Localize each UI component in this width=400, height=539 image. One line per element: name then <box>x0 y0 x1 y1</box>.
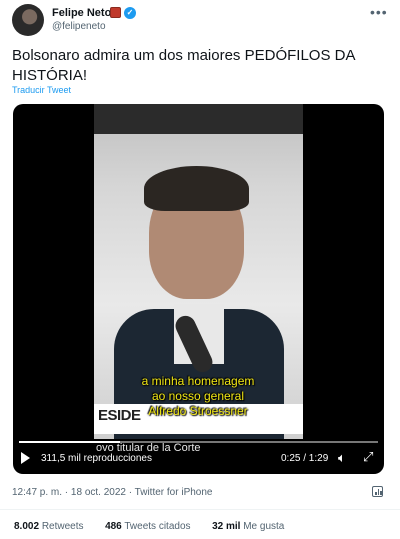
more-options-icon[interactable]: ••• <box>370 4 388 20</box>
author-name[interactable]: Felipe Neto <box>52 7 111 19</box>
volume-icon[interactable]: 🔈︎ <box>338 450 346 466</box>
quotes-label[interactable]: Tweets citados <box>124 521 190 532</box>
verified-badge-icon: ✓ <box>124 7 136 19</box>
likes-label[interactable]: Me gusta <box>243 521 284 532</box>
video-frame-top <box>94 104 303 134</box>
author-handle[interactable]: @felipeneto <box>52 21 106 32</box>
retweets-count[interactable]: 8.002 <box>14 521 39 532</box>
video-progress-bar[interactable] <box>19 441 378 443</box>
video-caption-line-2: ao nosso general <box>151 389 245 403</box>
analytics-icon[interactable] <box>372 486 383 497</box>
tweet-stats: 8.002 Retweets 486 Tweets citados 32 mil… <box>14 521 284 532</box>
video-caption-line-1: a minha homenagem <box>141 374 255 388</box>
retweets-label[interactable]: Retweets <box>42 521 84 532</box>
likes-count[interactable]: 32 mil <box>212 521 240 532</box>
video-caption-line-3: Alfredo Stroessner <box>148 404 248 418</box>
person-hair <box>144 166 249 211</box>
avatar[interactable] <box>12 4 44 36</box>
video-progress-fill <box>19 441 120 443</box>
tweet-timestamp[interactable]: 12:47 p. m. · 18 oct. 2022 · Twitter for… <box>12 487 212 498</box>
video-player[interactable]: ESIDE a minha homenagem ao nosso general… <box>13 104 384 474</box>
divider <box>0 509 400 510</box>
tweet-text: Bolsonaro admira um dos maiores PEDÓFILO… <box>12 47 355 84</box>
fullscreen-icon[interactable]: ⤢ <box>363 449 373 465</box>
quotes-count[interactable]: 486 <box>105 521 122 532</box>
team-badge-icon <box>110 7 121 18</box>
translate-tweet-link[interactable]: Traducir Tweet <box>12 85 71 95</box>
view-count: 311,5 mil reproducciones <box>41 453 152 464</box>
play-icon[interactable] <box>21 452 30 464</box>
video-time: 0:25 / 1:29 <box>281 453 329 464</box>
